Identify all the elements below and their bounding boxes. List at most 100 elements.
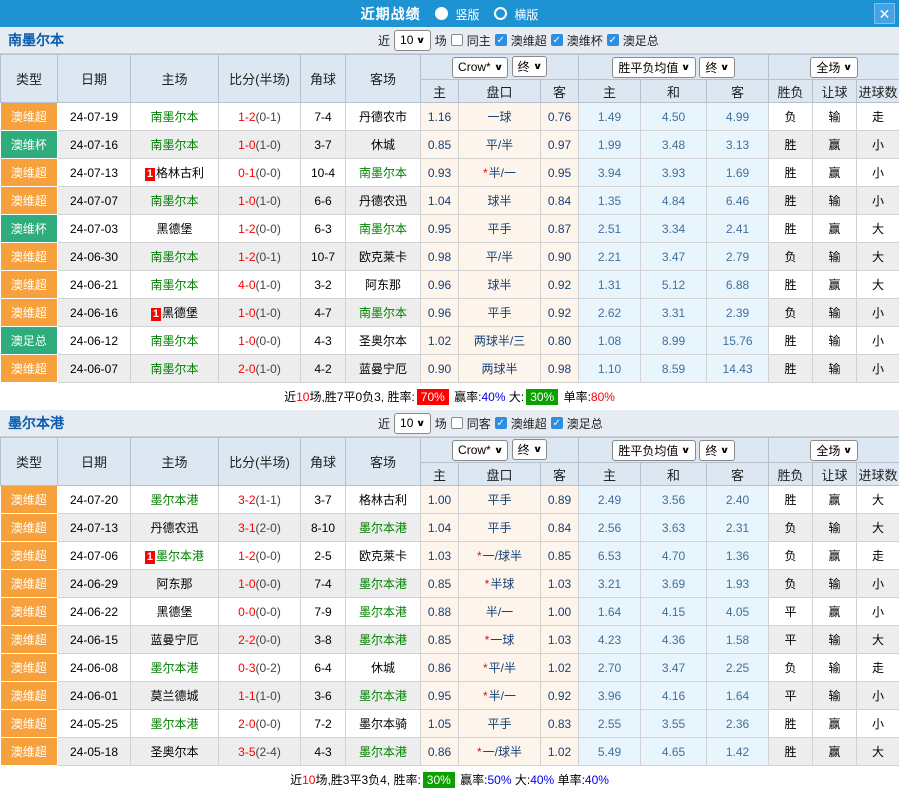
- corner-count: 7-4: [301, 570, 346, 598]
- handicap-result: 输: [813, 355, 857, 383]
- corner-count: 4-3: [301, 738, 346, 766]
- league-type-badge: 澳维超: [1, 514, 58, 542]
- summary-segment: 大:: [506, 388, 525, 405]
- odds-draw: 4.50: [641, 103, 707, 131]
- odds-draw: 4.65: [641, 738, 707, 766]
- odds-home: 2.21: [579, 243, 641, 271]
- table-row: 澳足总24-06-12南墨尔本1-0(0-0)4-3圣奥尔本1.02两球半/三0…: [1, 327, 899, 355]
- match-date: 24-06-21: [58, 271, 131, 299]
- handicap-line: *一/球半: [459, 738, 541, 766]
- away-team-name: 休城: [371, 138, 395, 152]
- final-odds-select[interactable]: 终∨: [512, 56, 547, 77]
- home-team-cell: 南墨尔本: [131, 327, 219, 355]
- scope-select[interactable]: 全场∨: [810, 440, 857, 461]
- games-label: 场: [435, 32, 447, 49]
- match-result: 平: [769, 682, 813, 710]
- odds-away: 1.64: [707, 682, 769, 710]
- home-team-cell: 1黑德堡: [131, 299, 219, 327]
- match-date: 24-06-22: [58, 598, 131, 626]
- close-button[interactable]: ✕: [874, 3, 895, 24]
- odds-average-select[interactable]: 胜平负均值∨: [612, 57, 695, 78]
- away-team-cell: 墨尔本骑: [346, 710, 421, 738]
- home-team-name: 南墨尔本: [150, 362, 198, 376]
- odds-home: 2.51: [579, 215, 641, 243]
- handicap-line: 平手: [459, 215, 541, 243]
- odds-draw: 3.55: [641, 710, 707, 738]
- league-type-badge: 澳维超: [1, 682, 58, 710]
- odds-home: 1.99: [579, 131, 641, 159]
- table-row: 澳维超24-07-19南墨尔本1-2(0-1)7-4丹德农市1.16一球0.76…: [1, 103, 899, 131]
- odds-away: 4.05: [707, 598, 769, 626]
- matches-table: 类型 日期 主场 比分(半场) 角球 客场 Crow*∨ 终∨ 胜平负均值∨ 终…: [0, 54, 899, 383]
- goals-result: 小: [857, 159, 899, 187]
- handicap-away-odds: 1.02: [541, 738, 579, 766]
- same-venue-checkbox[interactable]: [451, 417, 463, 429]
- final-odds-select[interactable]: 终∨: [699, 57, 734, 78]
- odds-draw: 3.93: [641, 159, 707, 187]
- league-filter-checkbox[interactable]: ✓: [607, 34, 619, 46]
- same-venue-label: 同主: [467, 32, 491, 49]
- handicap-result: 赢: [813, 486, 857, 514]
- match-date: 24-06-29: [58, 570, 131, 598]
- scope-select[interactable]: 全场∨: [810, 57, 857, 78]
- league-filter-checkbox[interactable]: ✓: [551, 34, 563, 46]
- match-date: 24-06-07: [58, 355, 131, 383]
- bookmaker-select[interactable]: Crow*∨: [452, 440, 508, 461]
- odds-draw: 3.47: [641, 654, 707, 682]
- handicap-result: 赢: [813, 271, 857, 299]
- score-cell: 1-2(0-1): [219, 103, 301, 131]
- odds-away: 1.58: [707, 626, 769, 654]
- score-cell: 2-0(0-0): [219, 710, 301, 738]
- match-date: 24-07-03: [58, 215, 131, 243]
- odds-away: 2.40: [707, 486, 769, 514]
- away-team-cell: 丹德农迅: [346, 187, 421, 215]
- league-filter-checkbox[interactable]: ✓: [495, 34, 507, 46]
- full-time-score: 2-0: [238, 362, 255, 376]
- odds-average-select[interactable]: 胜平负均值∨: [612, 440, 695, 461]
- score-cell: 3-5(2-4): [219, 738, 301, 766]
- home-team-name: 墨尔本港: [150, 661, 198, 675]
- league-type-badge: 澳维超: [1, 187, 58, 215]
- away-team-cell: 丹德农市: [346, 103, 421, 131]
- handicap-home-odds: 0.95: [421, 215, 459, 243]
- layout-vertical-radio[interactable]: [435, 7, 448, 20]
- half-time-score: (2-0): [256, 521, 281, 535]
- league-filter-checkbox[interactable]: ✓: [551, 417, 563, 429]
- away-team-name: 墨尔本骑: [359, 717, 407, 731]
- handicap-group-header: Crow*∨ 终∨: [421, 55, 579, 80]
- filter-controls: 近10∨场同客✓澳维超✓澳足总: [378, 410, 603, 436]
- col-odds-home: 主: [579, 463, 641, 486]
- bookmaker-select[interactable]: Crow*∨: [452, 57, 508, 78]
- col-handicap-home: 主: [421, 80, 459, 103]
- modal-title: 近期战绩: [361, 6, 421, 22]
- half-time-score: (1-0): [256, 138, 281, 152]
- chevron-down-icon: ∨: [681, 445, 691, 456]
- match-result: 胜: [769, 710, 813, 738]
- layout-horizontal-label[interactable]: 横版: [514, 8, 538, 22]
- result-group-header: 全场∨: [769, 55, 899, 80]
- full-time-score: 3-2: [238, 493, 255, 507]
- handicap-home-odds: 0.85: [421, 626, 459, 654]
- same-venue-checkbox[interactable]: [451, 34, 463, 46]
- handicap-result: 赢: [813, 598, 857, 626]
- handicap-result: 输: [813, 682, 857, 710]
- away-team-name: 墨尔本港: [359, 605, 407, 619]
- handicap-text: 一球: [487, 110, 511, 124]
- league-type-badge: 澳维超: [1, 299, 58, 327]
- odds-away: 1.69: [707, 159, 769, 187]
- layout-vertical-label[interactable]: 竖版: [455, 8, 479, 22]
- col-handicap: 盘口: [459, 463, 541, 486]
- league-filter-checkbox[interactable]: ✓: [495, 417, 507, 429]
- handicap-away-odds: 1.02: [541, 654, 579, 682]
- col-type: 类型: [1, 438, 58, 486]
- games-count-select[interactable]: 10∨: [394, 413, 431, 434]
- league-type-badge: 澳维超: [1, 738, 58, 766]
- summary-segment: 50%: [488, 773, 512, 787]
- final-odds-select[interactable]: 终∨: [512, 439, 547, 460]
- games-count-select[interactable]: 10∨: [394, 30, 431, 51]
- away-team-cell: 圣奥尔本: [346, 327, 421, 355]
- final-odds-select[interactable]: 终∨: [699, 440, 734, 461]
- layout-horizontal-radio[interactable]: [494, 7, 507, 20]
- handicap-home-odds: 0.88: [421, 598, 459, 626]
- odds-draw: 3.63: [641, 514, 707, 542]
